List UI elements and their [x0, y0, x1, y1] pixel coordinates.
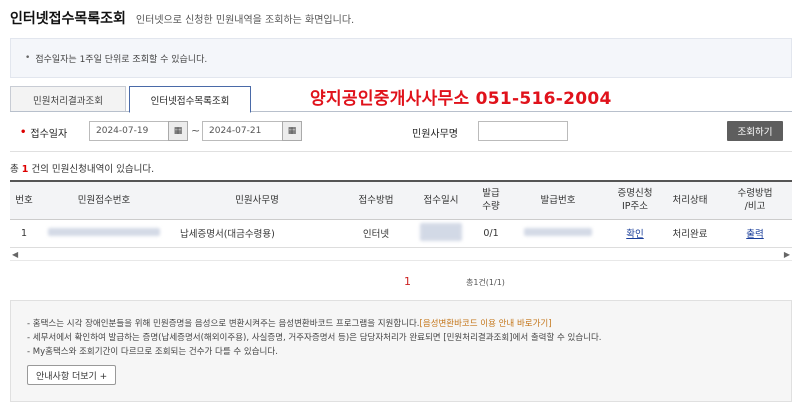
scroll-track: [10, 260, 792, 261]
cell-date-redacted: [408, 219, 474, 248]
search-button[interactable]: 조회하기: [727, 121, 783, 141]
scroll-right-icon[interactable]: ▶: [784, 250, 790, 259]
horizontal-scrollbar[interactable]: ◀ ▶: [10, 248, 792, 260]
table-header-row: 번호 민원접수번호 민원사무명 접수방법 접수일시 발급 수량 발급번호 증명신청…: [10, 180, 792, 220]
results-table: 번호 민원접수번호 민원사무명 접수방법 접수일시 발급 수량 발급번호 증명신청…: [10, 180, 792, 248]
table-row: 1 납세증명서(대금수령용) 인터넷 0/1 확인 처리완료 출력: [10, 219, 792, 248]
page-header: 인터넷접수목록조회 인터넷으로 신청한 민원내역을 조회하는 화면입니다.: [10, 8, 354, 28]
info-line-3: - My홈택스와 조회기간이 다르므로 조회되는 건수가 다를 수 있습니다.: [27, 347, 278, 357]
date-separator: ~: [191, 124, 201, 137]
header-date: 접수일시: [408, 180, 474, 220]
header-receipt-no: 민원접수번호: [38, 180, 170, 220]
overlay-watermark-text: 양지공인중개사사무소 051-516-2004: [310, 89, 612, 109]
header-office-name: 민원사무명: [170, 180, 344, 220]
header-status: 처리상태: [662, 180, 718, 220]
cell-receive: 출력: [718, 219, 792, 248]
calendar-icon: ▦: [287, 126, 297, 136]
tab-bar: 민원처리결과조회 인터넷접수목록조회: [10, 86, 251, 113]
count-number: 1: [21, 164, 29, 175]
header-receive: 수령방법/비고: [718, 180, 792, 220]
calendar-icon: ▦: [173, 126, 183, 136]
header-ip: 증명신청 IP주소: [608, 180, 662, 220]
page-description: 인터넷으로 신청한 민원내역을 조회하는 화면입니다.: [135, 15, 355, 26]
header-method: 접수방법: [344, 180, 408, 220]
end-calendar-button[interactable]: ▦: [282, 121, 302, 141]
search-divider: [10, 151, 792, 152]
print-link[interactable]: 출력: [746, 229, 763, 240]
cell-no: 1: [10, 219, 38, 248]
header-no: 번호: [10, 180, 38, 220]
search-form: • 접수일자 2024-07-19 ▦ ~ 2024-07-21 ▦ 민원사무명…: [10, 116, 792, 148]
office-name-label: 민원사무명: [412, 129, 458, 140]
cell-qty: 0/1: [474, 219, 508, 248]
page-title: 인터넷접수목록조회: [10, 11, 126, 27]
start-date-input[interactable]: 2024-07-19: [89, 121, 171, 141]
tab-divider: [10, 111, 792, 112]
voice-barcode-link[interactable]: [음성변환바코드 이용 안내 바로가기]: [420, 319, 552, 329]
cell-status: 처리완료: [662, 219, 718, 248]
cell-issue-no-redacted: [508, 219, 608, 248]
count-prefix: 총: [10, 164, 19, 175]
cell-office-name: 납세증명서(대금수령용): [170, 219, 344, 248]
office-name-input[interactable]: [478, 121, 568, 141]
header-issue-no: 발급번호: [508, 180, 608, 220]
cell-method: 인터넷: [344, 219, 408, 248]
scroll-left-icon[interactable]: ◀: [12, 250, 18, 259]
more-info-button[interactable]: 안내사항 더보기 +: [27, 365, 117, 385]
cell-ip: 확인: [608, 219, 662, 248]
header-qty: 발급 수량: [474, 180, 508, 220]
required-marker-icon: •: [20, 126, 27, 138]
notice-box: • 접수일자는 1주일 단위로 조회할 수 있습니다.: [10, 38, 792, 78]
ip-check-link[interactable]: 확인: [626, 229, 643, 240]
end-date-input[interactable]: 2024-07-21: [202, 121, 284, 141]
page-total: 총1건(1/1): [466, 278, 505, 287]
notice-text: 접수일자는 1주일 단위로 조회할 수 있습니다.: [35, 54, 208, 65]
bullet-icon: •: [25, 53, 31, 63]
info-line-2: - 세무서에서 확인하여 발급하는 증명(납세증명서(해외이주용), 사실증명,…: [27, 333, 602, 343]
info-line-1: - 홈택스는 시각 장애인분들을 위해 민원증명을 음성으로 변환시켜주는 음성…: [27, 319, 552, 329]
start-calendar-button[interactable]: ▦: [168, 121, 188, 141]
count-suffix: 건의 민원신청내역이 있습니다.: [31, 164, 155, 175]
info-box: - 홈택스는 시각 장애인분들을 위해 민원증명을 음성으로 변환시켜주는 음성…: [10, 300, 792, 402]
tab-internet-receipt-list[interactable]: 인터넷접수목록조회: [129, 86, 251, 113]
cell-receipt-no-redacted: [38, 219, 170, 248]
page-current[interactable]: 1: [404, 275, 411, 288]
tab-result-inquiry[interactable]: 민원처리결과조회: [10, 86, 126, 112]
result-count: 총 1 건의 민원신청내역이 있습니다.: [10, 161, 154, 175]
date-label: 접수일자: [30, 128, 68, 140]
